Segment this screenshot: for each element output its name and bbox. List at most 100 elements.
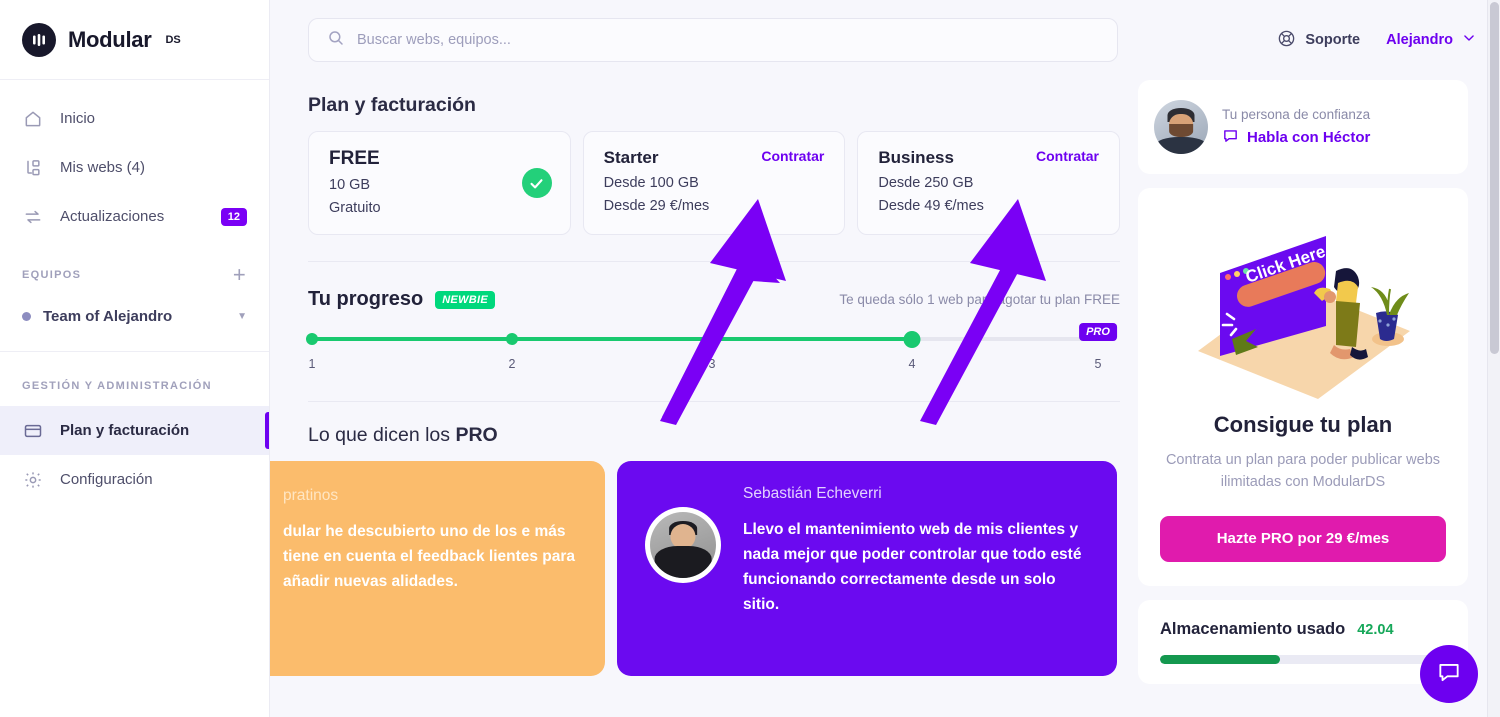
contratar-button-starter[interactable]: Contratar bbox=[761, 148, 824, 164]
plan-storage: 10 GB bbox=[329, 177, 371, 193]
plan-storage: Desde 100 GB bbox=[603, 175, 699, 191]
plan-header: Starter Contratar bbox=[604, 148, 825, 168]
sidebar: Modular DS Inicio Mis webs (4) Actualiza… bbox=[0, 0, 270, 717]
updates-badge: 12 bbox=[220, 207, 247, 226]
lifebuoy-icon bbox=[1277, 29, 1296, 52]
habla-con-hector-button[interactable]: Habla con Héctor bbox=[1222, 127, 1370, 148]
primary-column: Plan y facturación FREE 10 GB Gratuito S… bbox=[270, 80, 1121, 717]
hazte-pro-button[interactable]: Hazte PRO por 29 €/mes bbox=[1160, 515, 1446, 562]
testimonials: Lo que dicen los PRO pratinos dular he d… bbox=[270, 424, 1120, 676]
avatar-body bbox=[654, 546, 712, 578]
plan-header: FREE bbox=[329, 148, 550, 170]
progress-header: Tu progreso NEWBIE Te queda sólo 1 web p… bbox=[308, 288, 1120, 311]
team-status-dot bbox=[22, 311, 31, 321]
user-menu[interactable]: Alejandro bbox=[1386, 31, 1476, 49]
plan-card-business[interactable]: Business Contratar Desde 250 GB Desde 49… bbox=[857, 131, 1121, 235]
support-button[interactable]: Soporte bbox=[1277, 29, 1360, 52]
plan-price: Desde 49 €/mes bbox=[878, 198, 984, 214]
testimonial-card-orange[interactable]: pratinos dular he descubierto uno de los… bbox=[270, 461, 605, 676]
progress-node-3[interactable] bbox=[706, 333, 718, 345]
plan-card-free[interactable]: FREE 10 GB Gratuito bbox=[308, 131, 571, 235]
storage-fill bbox=[1160, 654, 1281, 664]
helper-card[interactable]: Tu persona de confianza Habla con Héctor bbox=[1138, 80, 1468, 174]
brand[interactable]: Modular DS bbox=[0, 0, 269, 80]
testimonials-title-strong: PRO bbox=[455, 424, 498, 446]
admin-heading: GESTIÓN Y ADMINISTRACIÓN bbox=[22, 380, 212, 392]
progress-title: Tu progreso bbox=[308, 288, 424, 310]
plan-storage: Desde 250 GB bbox=[878, 175, 974, 191]
sites-icon bbox=[22, 157, 44, 179]
search-bar[interactable] bbox=[308, 18, 1118, 62]
chat-bubble-icon bbox=[1436, 659, 1462, 690]
search-icon bbox=[327, 29, 345, 52]
promo-subtitle: Contrata un plan para poder publicar web… bbox=[1165, 452, 1441, 490]
chevron-down-icon[interactable]: ▼ bbox=[237, 311, 247, 322]
sidebar-item-plan-y-facturacion[interactable]: Plan y facturación bbox=[0, 406, 269, 455]
habla-con-hector-label: Habla con Héctor bbox=[1247, 128, 1371, 146]
sidebar-item-label: Actualizaciones bbox=[60, 208, 165, 225]
sidebar-divider bbox=[0, 351, 269, 352]
testimonial-body: Sebastián Echeverri Llevo el mantenimien… bbox=[743, 485, 1089, 617]
sidebar-item-label: Plan y facturación bbox=[60, 422, 190, 439]
primary-nav: Inicio Mis webs (4) Actualizaciones 12 bbox=[0, 80, 269, 241]
brand-name: Modular bbox=[68, 26, 152, 52]
page-title: Plan y facturación bbox=[308, 94, 476, 116]
sidebar-item-inicio[interactable]: Inicio bbox=[0, 94, 269, 143]
storage-header: Almacenamiento usado 42.04 bbox=[1160, 620, 1446, 639]
chat-fab-button[interactable] bbox=[1420, 645, 1478, 703]
topbar-actions: Soporte Alejandro bbox=[1277, 29, 1476, 52]
home-icon bbox=[22, 108, 44, 130]
progress-track-fill bbox=[312, 337, 912, 341]
progress-step-label-4: 4 bbox=[908, 357, 916, 371]
user-name: Alejandro bbox=[1386, 32, 1453, 48]
sidebar-item-configuracion[interactable]: Configuración bbox=[0, 455, 269, 504]
contratar-button-business[interactable]: Contratar bbox=[1036, 148, 1099, 164]
storage-title: Almacenamiento usado bbox=[1160, 619, 1346, 638]
plus-icon[interactable]: + bbox=[233, 264, 247, 286]
avatar-body bbox=[1156, 136, 1206, 154]
chevron-down-icon bbox=[1462, 31, 1476, 49]
plan-name: Starter bbox=[603, 148, 659, 167]
storage-card: Almacenamiento usado 42.04 bbox=[1138, 599, 1468, 684]
teams-heading: EQUIPOS bbox=[22, 269, 82, 281]
section-divider-2 bbox=[308, 401, 1120, 402]
team-name: Team of Alejandro bbox=[43, 307, 173, 325]
sidebar-item-mis-webs[interactable]: Mis webs (4) bbox=[0, 143, 269, 192]
sidebar-item-actualizaciones[interactable]: Actualizaciones 12 bbox=[0, 192, 269, 241]
modular-logo-icon bbox=[22, 22, 56, 57]
testimonial-quote: Llevo el mantenimiento web de mis client… bbox=[743, 521, 1082, 614]
progress-node-4[interactable] bbox=[903, 331, 921, 348]
testimonials-title: Lo que dicen los PRO bbox=[308, 424, 1120, 447]
sidebar-item-label: Mis webs (4) bbox=[60, 159, 146, 176]
testimonial-cards: pratinos dular he descubierto uno de los… bbox=[270, 461, 1120, 676]
sidebar-item-label: Inicio bbox=[60, 110, 96, 127]
avatar-beard bbox=[1169, 124, 1193, 138]
main-area: Soporte Alejandro Plan y facturación F bbox=[270, 0, 1500, 717]
progress-node-2[interactable] bbox=[506, 333, 518, 345]
storage-track bbox=[1160, 654, 1446, 664]
aside-column: Tu persona de confianza Habla con Héctor bbox=[1138, 80, 1468, 717]
plan-card-starter[interactable]: Starter Contratar Desde 100 GB Desde 29 … bbox=[582, 131, 846, 235]
illustration-svg: Click Here bbox=[1198, 235, 1410, 399]
progress-track[interactable]: PRO 1 2 3 4 5 bbox=[306, 323, 1120, 375]
plan-cards: FREE 10 GB Gratuito Starter Contratar De… bbox=[308, 131, 1121, 235]
search-input[interactable] bbox=[357, 32, 1099, 48]
avatar-head bbox=[670, 523, 696, 549]
scrollbar-thumb[interactable] bbox=[1490, 2, 1499, 354]
helper-text: Tu persona de confianza Habla con Héctor bbox=[1222, 107, 1370, 148]
avatar bbox=[1154, 100, 1208, 154]
promo-title: Consigue tu plan bbox=[1213, 412, 1393, 437]
progress-step-label-5: 5 bbox=[1094, 357, 1102, 371]
admin-section-header: GESTIÓN Y ADMINISTRACIÓN bbox=[0, 366, 269, 406]
check-circle-icon bbox=[521, 168, 552, 198]
page-scrollbar[interactable] bbox=[1487, 0, 1500, 717]
pro-badge: PRO bbox=[1079, 323, 1117, 341]
team-selector[interactable]: Team of Alejandro ▼ bbox=[0, 295, 269, 337]
testimonial-card-purple[interactable]: Sebastián Echeverri Llevo el mantenimien… bbox=[617, 461, 1117, 676]
avatar-image bbox=[650, 512, 716, 578]
progress-node-1[interactable] bbox=[306, 333, 318, 345]
app-root: Modular DS Inicio Mis webs (4) Actualiza… bbox=[0, 0, 1500, 717]
plan-header: Business Contratar bbox=[878, 148, 1099, 168]
plan-price: Desde 29 €/mes bbox=[603, 198, 710, 214]
storage-value: 42.04 bbox=[1357, 621, 1394, 638]
